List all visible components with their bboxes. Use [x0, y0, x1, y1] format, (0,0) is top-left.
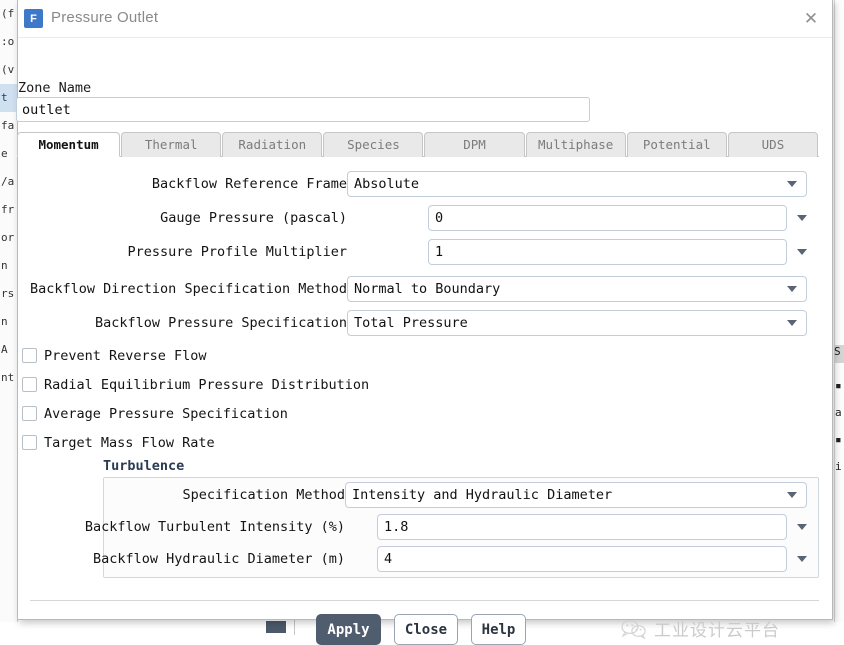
background-text-fragment: rs [0, 280, 17, 308]
checkbox-label[interactable]: Prevent Reverse Flow [44, 345, 207, 367]
close-button[interactable]: Close [394, 614, 458, 645]
row-label: Backflow Reference Frame [152, 171, 347, 197]
dialog-title: Pressure Outlet [51, 9, 158, 26]
background-right-panel [834, 0, 844, 622]
background-text-fragment: A [0, 336, 17, 364]
checkbox-1[interactable] [22, 377, 37, 392]
row-label: Backflow Turbulent Intensity (%) [85, 514, 345, 540]
zone-name-label: Zone Name [18, 80, 91, 96]
tab-bar: MomentumThermalRadiationSpeciesDPMMultip… [17, 132, 819, 157]
turbulence-group-title: Turbulence [103, 458, 184, 474]
combo-value: Total Pressure [354, 315, 468, 331]
background-tree-item: ▪ [835, 378, 844, 394]
background-text-fragment: n [0, 308, 17, 336]
watermark: 工业设计云平台 [621, 616, 780, 641]
tab-dpm[interactable]: DPM [424, 132, 524, 157]
combo-3[interactable]: Normal to Boundary [347, 276, 807, 302]
form-row: Backflow Pressure Specification Total Pre… [18, 310, 819, 336]
combo-value: Absolute [354, 176, 419, 192]
dialog-titlebar: F Pressure Outlet ✕ [18, 0, 832, 38]
tab-radiation[interactable]: Radiation [222, 132, 322, 157]
background-text-fragment: t [0, 84, 17, 112]
row-label: Backflow Pressure Specification [95, 310, 347, 336]
background-tree-item: a [835, 405, 844, 421]
turbulence-field-1[interactable] [377, 514, 787, 540]
help-button[interactable]: Help [471, 614, 526, 645]
background-left-panel: (f:o(vtfae/afrornrsnAnt [0, 0, 18, 635]
chevron-down-icon[interactable] [797, 249, 807, 255]
background-text-fragment: :o [0, 28, 17, 56]
field-2[interactable] [428, 239, 787, 265]
spinner-down-icon[interactable] [793, 205, 811, 231]
combo-0[interactable]: Absolute [347, 171, 807, 197]
turbulence-row: Specification Method Intensity and Hydrau… [18, 482, 819, 508]
row-label: Specification Method [182, 482, 345, 508]
chevron-down-icon[interactable] [797, 556, 807, 562]
background-text-fragment: (v [0, 56, 17, 84]
background-text-fragment: n [0, 252, 17, 280]
zone-name-input[interactable] [16, 97, 590, 122]
checkbox-3[interactable] [22, 435, 37, 450]
tab-potential[interactable]: Potential [627, 132, 727, 157]
chevron-down-icon[interactable] [787, 181, 797, 187]
watermark-text: 工业设计云平台 [654, 616, 780, 641]
form-row: Backflow Reference Frame Absolute [18, 171, 819, 197]
combo-value: Intensity and Hydraulic Diameter [352, 487, 612, 503]
footer-separator [30, 600, 819, 601]
row-label: Backflow Direction Specification Method [30, 276, 347, 302]
background-text-fragment: e [0, 140, 17, 168]
tab-species[interactable]: Species [323, 132, 423, 157]
close-icon[interactable]: ✕ [794, 4, 828, 34]
turbulence-combo-0[interactable]: Intensity and Hydraulic Diameter [345, 482, 807, 508]
tab-uds[interactable]: UDS [728, 132, 818, 157]
background-tree-item: ▪ [835, 432, 844, 448]
background-right-panel-header: S [834, 345, 844, 363]
background-text-fragment: (f [0, 0, 17, 28]
apply-button[interactable]: Apply [316, 614, 381, 645]
chevron-down-icon[interactable] [797, 215, 807, 221]
turbulence-field-2[interactable] [377, 546, 787, 572]
background-text-fragment: /a [0, 168, 17, 196]
tab-thermal[interactable]: Thermal [121, 132, 221, 157]
pressure-outlet-dialog: F Pressure Outlet ✕ Zone Name MomentumTh… [17, 0, 833, 620]
combo-value: Normal to Boundary [354, 281, 500, 297]
background-text-fragment: nt [0, 364, 17, 392]
background-taskbar-divider [294, 620, 295, 635]
fluent-app-icon: F [24, 9, 43, 28]
row-label: Backflow Hydraulic Diameter (m) [93, 546, 345, 572]
checkbox-label[interactable]: Target Mass Flow Rate [44, 432, 215, 454]
form-row: Gauge Pressure (pascal) [18, 205, 819, 231]
chevron-down-icon[interactable] [787, 492, 797, 498]
checkbox-2[interactable] [22, 406, 37, 421]
tab-momentum[interactable]: Momentum [17, 132, 120, 157]
wechat-icon [621, 619, 647, 639]
row-label: Gauge Pressure (pascal) [160, 205, 347, 231]
turbulence-row: Backflow Turbulent Intensity (%) [18, 514, 819, 540]
background-text-fragment: fr [0, 196, 17, 224]
field-1[interactable] [428, 205, 787, 231]
chevron-down-icon[interactable] [787, 286, 797, 292]
background-taskbar-button [266, 621, 286, 633]
row-label: Pressure Profile Multiplier [128, 239, 347, 265]
spinner-down-icon[interactable] [793, 546, 811, 572]
chevron-down-icon[interactable] [797, 524, 807, 530]
form-row: Pressure Profile Multiplier [18, 239, 819, 265]
spinner-down-icon[interactable] [793, 239, 811, 265]
turbulence-row: Backflow Hydraulic Diameter (m) [18, 546, 819, 572]
combo-4[interactable]: Total Pressure [347, 310, 807, 336]
form-row: Backflow Direction Specification Method N… [18, 276, 819, 302]
background-text-fragment: or [0, 224, 17, 252]
checkbox-label[interactable]: Average Pressure Specification [44, 403, 288, 425]
background-text-fragment: fa [0, 112, 17, 140]
checkbox-label[interactable]: Radial Equilibrium Pressure Distribution [44, 374, 369, 396]
checkbox-0[interactable] [22, 348, 37, 363]
tab-multiphase[interactable]: Multiphase [526, 132, 626, 157]
spinner-down-icon[interactable] [793, 514, 811, 540]
chevron-down-icon[interactable] [787, 320, 797, 326]
background-tree-item: i [835, 459, 844, 475]
